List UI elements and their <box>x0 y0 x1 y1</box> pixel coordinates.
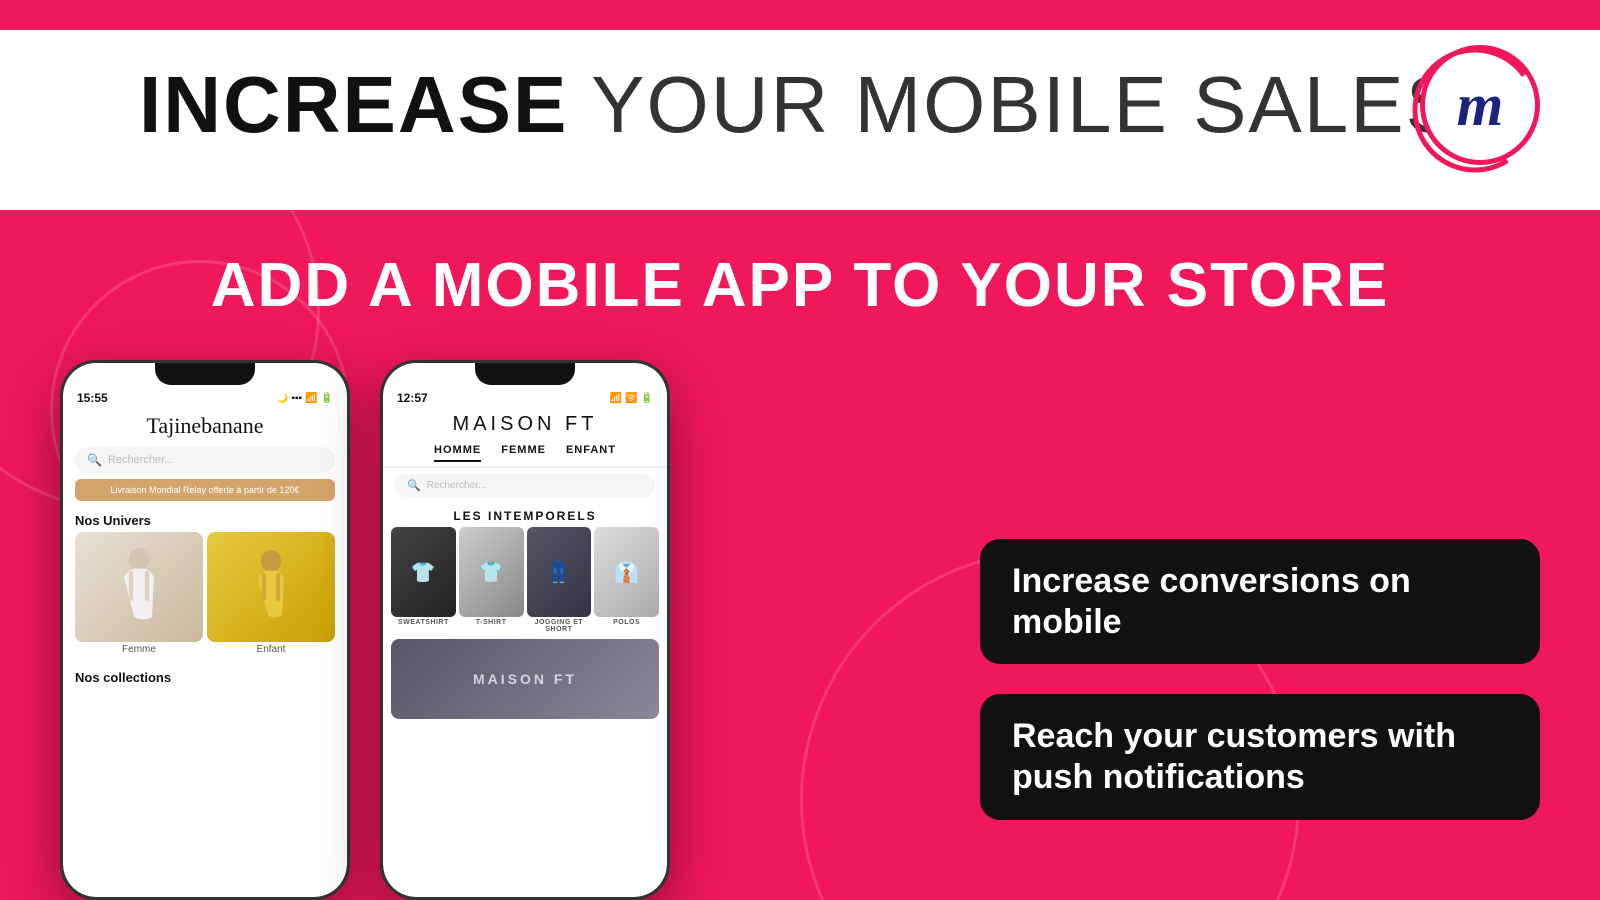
phone-2-nav-homme[interactable]: HOMME <box>434 444 481 462</box>
phone-2-status-icons: 📶 🛜 🔋 <box>610 393 653 404</box>
subtitle-text: ADD A MOBILE APP TO YOUR STORE <box>0 210 1600 321</box>
phone-2-screen: 12:57 📶 🛜 🔋 MAISON FT HOMME FEMME ENFANT <box>383 363 667 897</box>
sweatshirt-label: SWEATSHIRT <box>398 619 449 626</box>
signal-icon: ▪▪▪ <box>291 393 302 404</box>
phone-2-product-polos: 👔 POLOS <box>594 527 659 633</box>
phone-2-notch <box>475 363 575 385</box>
phone-2-brand: MAISON FT <box>383 405 667 440</box>
phone-1-notch <box>155 363 255 385</box>
feature-notifications-text: Reach your customers with push notificat… <box>1012 717 1456 796</box>
headline-rest: YOUR MOBILE SALES <box>568 60 1461 149</box>
phone-1-product-enfant: Enfant <box>207 532 335 662</box>
moon-icon: 🌙 <box>277 393 288 404</box>
polos-label: POLOS <box>613 619 640 626</box>
phone-1-collections-title: Nos collections <box>63 662 347 689</box>
phone-2-product-tshirt: 👕 T-SHIRT <box>459 527 524 633</box>
enfant-silhouette <box>246 547 296 627</box>
phone-1-product-femme: Femme <box>75 532 203 662</box>
feature-notifications-bubble: Reach your customers with push notificat… <box>980 694 1540 820</box>
phone-2-navigation: HOMME FEMME ENFANT <box>383 440 667 468</box>
feature-conversions-bubble: Increase conversions on mobile <box>980 539 1540 665</box>
sweatshirt-image: 👕 <box>391 527 456 617</box>
phone-1-screen: 15:55 🌙 ▪▪▪ 📶 🔋 Tajinebanane 🔍 Recherche… <box>63 363 347 897</box>
phone-2-nav-femme[interactable]: FEMME <box>501 444 546 462</box>
phone-1-time: 15:55 <box>77 391 108 405</box>
phone-1-product-grid: Femme Enfant <box>63 532 347 662</box>
jogging-image: 👖 <box>527 527 592 617</box>
phone-1-search-placeholder: Rechercher... <box>108 454 173 466</box>
phone-1-status-icons: 🌙 ▪▪▪ 📶 🔋 <box>277 393 333 404</box>
phone-2-products-grid: 👕 SWEATSHIRT 👕 T-SHIRT 👖 <box>383 527 667 633</box>
phone-1-brand: Tajinebanane <box>63 405 347 443</box>
signal-bars-icon: 📶 <box>610 393 622 404</box>
phone-2-search-bar[interactable]: 🔍 Rechercher... <box>395 474 655 497</box>
phone-1-femme-image <box>75 532 203 642</box>
features-area: Increase conversions on mobile Reach you… <box>980 539 1540 820</box>
phones-area: 15:55 🌙 ▪▪▪ 📶 🔋 Tajinebanane 🔍 Recherche… <box>60 360 670 900</box>
phone-2-search-placeholder: Rechercher... <box>427 480 486 491</box>
logo-arc-svg <box>1410 45 1540 175</box>
bottom-brand-text: MAISON FT <box>473 671 577 687</box>
phone-1-femme-label: Femme <box>75 644 203 655</box>
polos-image: 👔 <box>594 527 659 617</box>
battery-icon-2: 🔋 <box>641 393 653 404</box>
phone-2-bottom-brand-image: MAISON FT <box>391 639 659 719</box>
phone-2-nav-enfant[interactable]: ENFANT <box>566 444 616 462</box>
phone-2-time: 12:57 <box>397 391 428 405</box>
feature-conversions-text: Increase conversions on mobile <box>1012 562 1411 641</box>
phone-1-search-bar[interactable]: 🔍 Rechercher... <box>75 447 335 473</box>
phone-2-section-title: LES INTEMPORELS <box>383 503 667 527</box>
phone-2: 12:57 📶 🛜 🔋 MAISON FT HOMME FEMME ENFANT <box>380 360 670 900</box>
phone-1-enfant-image <box>207 532 335 642</box>
search-icon-2: 🔍 <box>407 479 421 492</box>
tshirt-image: 👕 <box>459 527 524 617</box>
phone-2-product-jogging: 👖 JOGGING ET SHORT <box>527 527 592 633</box>
femme-silhouette <box>114 547 164 627</box>
battery-icon: 🔋 <box>321 393 333 404</box>
top-banner: INCREASE YOUR MOBILE SALES m <box>0 0 1600 210</box>
phone-1: 15:55 🌙 ▪▪▪ 📶 🔋 Tajinebanane 🔍 Recherche… <box>60 360 350 900</box>
brand-logo: m <box>1420 45 1540 165</box>
tshirt-label: T-SHIRT <box>476 619 507 626</box>
phone-2-product-sweatshirt: 👕 SWEATSHIRT <box>391 527 456 633</box>
wifi-icon-2: 🛜 <box>625 393 637 404</box>
top-pink-strip <box>0 0 1600 30</box>
jogging-label: JOGGING ET SHORT <box>527 619 592 633</box>
wifi-icon: 📶 <box>305 393 317 404</box>
search-icon: 🔍 <box>87 453 102 467</box>
pink-section: ADD A MOBILE APP TO YOUR STORE 15:55 🌙 ▪… <box>0 210 1600 900</box>
phone-1-promo-banner: Livraison Mondial Relay offerte à partir… <box>75 479 335 501</box>
headline-bold: INCREASE <box>139 60 568 149</box>
phone-1-enfant-label: Enfant <box>207 644 335 655</box>
main-headline: INCREASE YOUR MOBILE SALES <box>139 59 1461 151</box>
phone-1-section-title: Nos Univers <box>63 507 347 532</box>
